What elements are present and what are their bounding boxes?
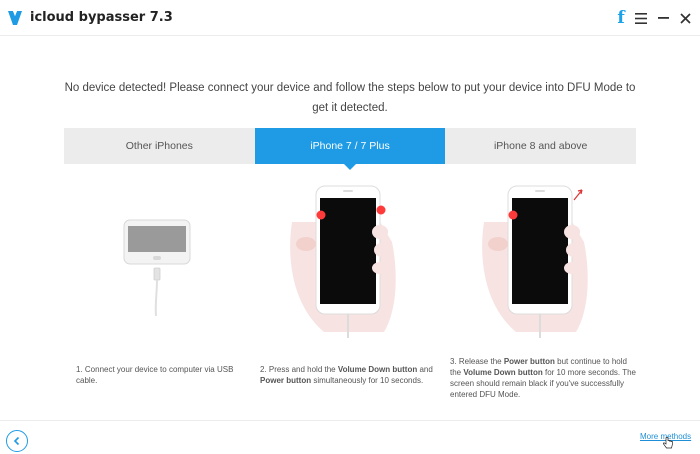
app-title: icloud bypasser 7.3 — [30, 10, 173, 25]
step-3-text: 3. Release the Power button but continue… — [450, 357, 636, 399]
tab-other-iphones[interactable]: Other iPhones — [64, 128, 255, 164]
hand-cursor-icon — [663, 437, 673, 449]
step-2-text: 2. Press and hold the Volume Down button… — [260, 365, 433, 385]
menu-icon[interactable] — [632, 8, 650, 28]
tab-iphone-8-and-above[interactable]: iPhone 8 and above — [445, 128, 637, 164]
phone-usb-illustration — [123, 219, 191, 317]
app-logo-icon — [8, 11, 22, 25]
hold-both-buttons-illustration — [290, 185, 396, 338]
back-button[interactable] — [6, 430, 28, 452]
instruction-text: No device detected! Please connect your … — [64, 82, 636, 114]
back-arrow-icon — [13, 436, 20, 446]
hold-volume-down-illustration — [482, 185, 588, 338]
device-tabs: Other iPhones iPhone 7 / 7 Plus iPhone 8… — [64, 128, 637, 170]
tab-iphone-7[interactable]: iPhone 7 / 7 Plus — [254, 128, 446, 170]
bottom-bar — [0, 420, 700, 454]
step-1-text: 1. Connect your device to computer via U… — [76, 365, 234, 385]
facebook-icon[interactable]: f — [612, 8, 630, 28]
minimize-icon[interactable] — [654, 8, 672, 28]
close-icon[interactable] — [676, 8, 694, 28]
